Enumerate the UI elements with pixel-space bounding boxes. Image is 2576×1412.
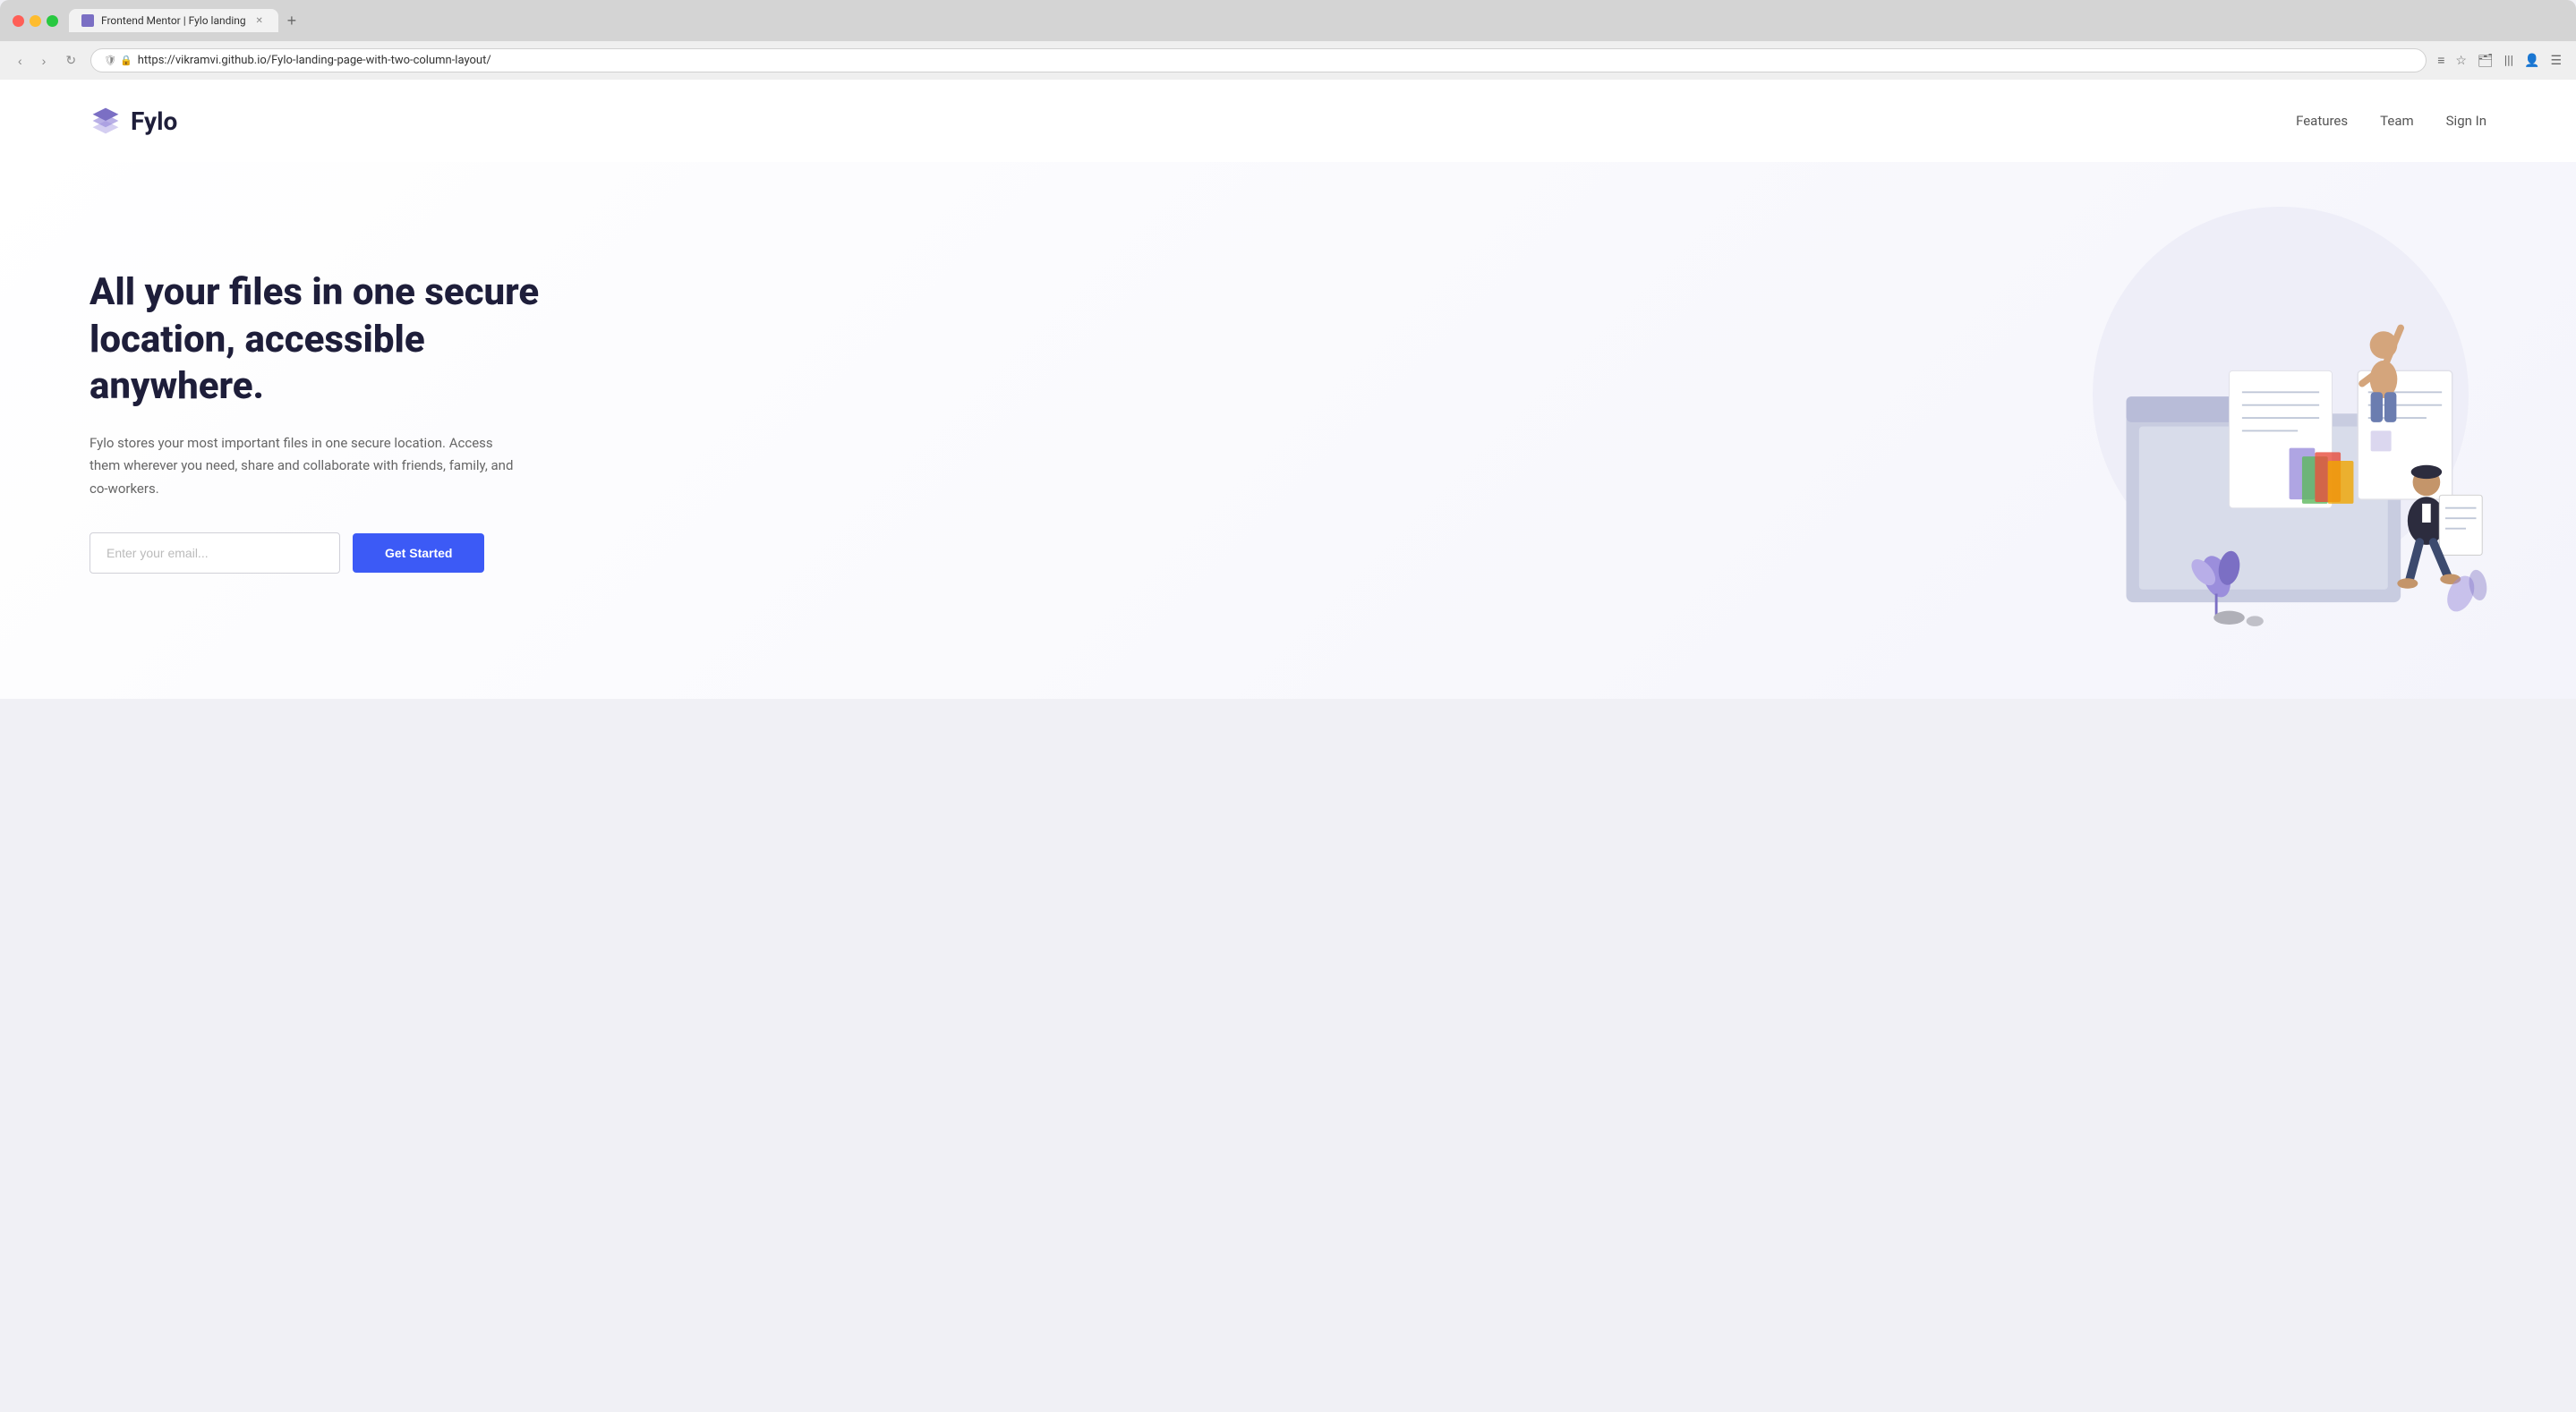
nav-team[interactable]: Team xyxy=(2380,113,2414,129)
shield-icon: 🛡 xyxy=(104,55,116,66)
library-icon[interactable]: ||| xyxy=(2503,52,2515,70)
browser-titlebar: Frontend Mentor | Fylo landing ✕ + xyxy=(0,0,2576,41)
hero-illustration xyxy=(591,198,2486,645)
hero-content: All your files in one secure location, a… xyxy=(90,269,591,574)
profile-icon[interactable]: 👤 xyxy=(2522,52,2541,70)
url-text[interactable]: https://vikramvi.github.io/Fylo-landing-… xyxy=(138,54,2413,67)
close-button[interactable] xyxy=(13,15,24,27)
nav-signin[interactable]: Sign In xyxy=(2446,113,2486,129)
website-content: Fylo Features Team Sign In All your file… xyxy=(0,80,2576,699)
minimize-button[interactable] xyxy=(30,15,41,27)
logo: Fylo xyxy=(90,105,177,137)
browser-toolbar: ‹ › ↻ 🛡 🔒 https://vikramvi.github.io/Fyl… xyxy=(0,41,2576,80)
address-bar[interactable]: 🛡 🔒 https://vikramvi.github.io/Fylo-land… xyxy=(90,48,2427,72)
bookmark-star-icon[interactable]: ☆ xyxy=(2453,52,2469,70)
new-tab-button[interactable]: + xyxy=(282,12,303,30)
tab-bar: Frontend Mentor | Fylo landing ✕ + xyxy=(69,9,2563,32)
forward-button[interactable]: › xyxy=(37,50,52,72)
lock-icon: 🔒 xyxy=(120,55,132,66)
tab-favicon xyxy=(81,14,94,27)
active-tab[interactable]: Frontend Mentor | Fylo landing ✕ xyxy=(69,9,278,32)
nav-links: Features Team Sign In xyxy=(2296,113,2486,129)
logo-icon xyxy=(90,105,122,137)
get-started-button[interactable]: Get Started xyxy=(353,533,484,573)
logo-text: Fylo xyxy=(131,106,177,136)
menu-icon[interactable]: ☰ xyxy=(2548,52,2563,70)
nav-features[interactable]: Features xyxy=(2296,113,2348,129)
back-button[interactable]: ‹ xyxy=(13,50,28,72)
traffic-lights xyxy=(13,15,58,27)
email-input[interactable] xyxy=(90,532,340,574)
pocket-icon[interactable]: 🗂 xyxy=(2476,52,2495,70)
hero-section: All your files in one secure location, a… xyxy=(0,162,2576,699)
tab-title: Frontend Mentor | Fylo landing xyxy=(101,14,246,27)
hero-description: Fylo stores your most important files in… xyxy=(90,432,519,501)
reload-button[interactable]: ↻ xyxy=(60,49,81,72)
site-nav: Fylo Features Team Sign In xyxy=(0,80,2576,162)
hero-illustration-svg xyxy=(2057,234,2504,645)
maximize-button[interactable] xyxy=(47,15,58,27)
toolbar-actions: ≡ ☆ 🗂 ||| 👤 ☰ xyxy=(2435,51,2563,70)
tab-close-button[interactable]: ✕ xyxy=(253,14,266,27)
security-icons: 🛡 🔒 xyxy=(104,55,132,66)
browser-window: Frontend Mentor | Fylo landing ✕ + ‹ › ↻… xyxy=(0,0,2576,699)
reader-view-icon[interactable]: ≡ xyxy=(2435,51,2446,70)
hero-form: Get Started xyxy=(90,532,591,574)
hero-title: All your files in one secure location, a… xyxy=(90,269,591,411)
